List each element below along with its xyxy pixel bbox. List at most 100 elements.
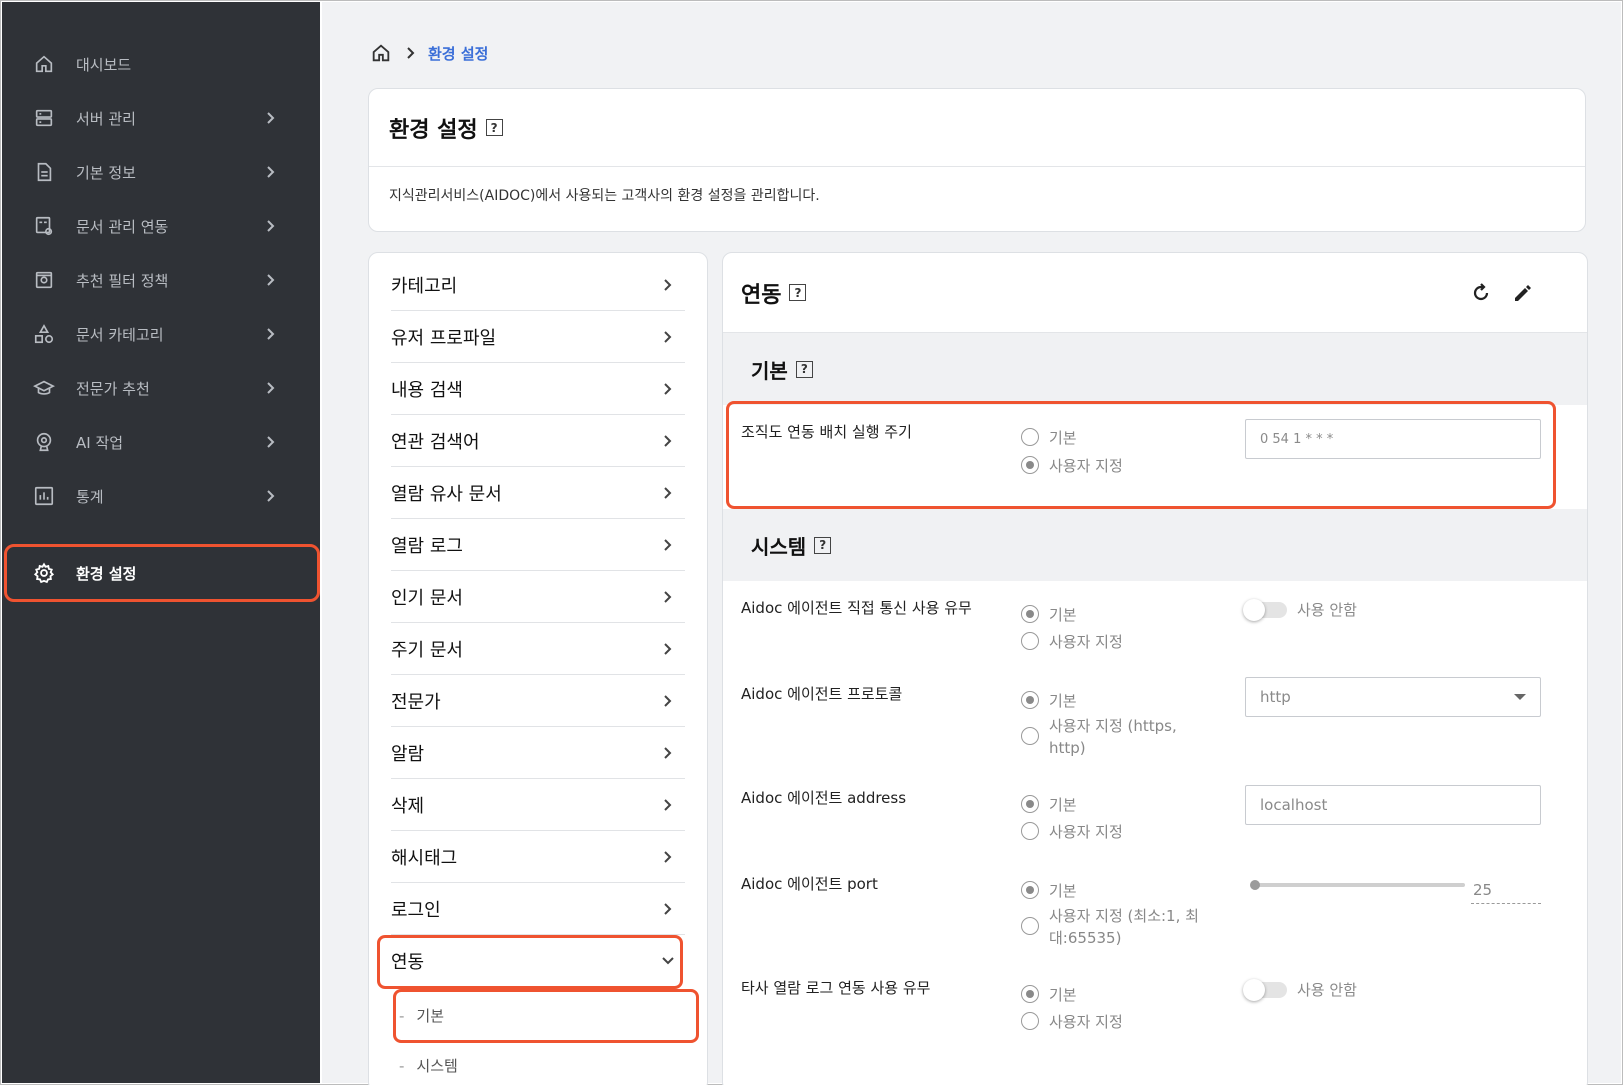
protocol-select[interactable]: http — [1245, 677, 1541, 717]
list-item-content-search[interactable]: 내용 검색 — [391, 363, 685, 415]
port-value[interactable]: 25 — [1471, 881, 1541, 904]
list-item-periodic-docs[interactable]: 주기 문서 — [391, 623, 685, 675]
port-slider[interactable] — [1250, 880, 1465, 890]
protocol-radio-custom[interactable]: 사용자 지정 (https, http) — [1021, 715, 1177, 759]
section-basic: 기본 ? — [723, 333, 1587, 405]
address-input[interactable]: localhost — [1245, 785, 1541, 825]
ai-icon — [32, 430, 56, 454]
chevron-right-icon — [664, 278, 672, 291]
address-radio-custom[interactable]: 사용자 지정 — [1021, 821, 1123, 843]
sidebar-item-label: 문서 카테고리 — [76, 325, 164, 344]
help-icon[interactable]: ? — [789, 284, 807, 301]
port-label: Aidoc 에이전트 port — [741, 875, 878, 893]
list-item-view-log[interactable]: 열람 로그 — [391, 519, 685, 571]
protocol-radio-default[interactable]: 기본 — [1021, 690, 1077, 712]
direct-comm-toggle[interactable]: 사용 안함 — [1243, 598, 1357, 621]
sidebar-item-server[interactable]: 서버 관리 — [2, 90, 320, 146]
chevron-right-icon — [664, 434, 672, 447]
chevron-right-icon — [267, 220, 275, 232]
port-radio-default[interactable]: 기본 — [1021, 880, 1077, 902]
highlight-box — [377, 935, 683, 989]
list-item-login[interactable]: 로그인 — [391, 883, 685, 935]
server-icon — [32, 106, 56, 130]
list-item-user-profile[interactable]: 유저 프로파일 — [391, 311, 685, 363]
chevron-right-icon — [267, 436, 275, 448]
chevron-right-icon — [664, 486, 672, 499]
chevron-right-icon — [664, 538, 672, 551]
edit-icon[interactable] — [1511, 281, 1535, 305]
direct-comm-label: Aidoc 에이전트 직접 통신 사용 유무 — [741, 599, 972, 617]
help-icon[interactable]: ? — [795, 360, 813, 378]
sidebar: 대시보드 서버 관리 기본 정보 문서 관리 연동 추천 필터 정책 문서 카테… — [2, 2, 320, 1083]
sidebar-item-label: 추천 필터 정책 — [76, 271, 169, 290]
list-item-similar-docs[interactable]: 열람 유사 문서 — [391, 467, 685, 519]
sidebar-item-doc-link[interactable]: 문서 관리 연동 — [2, 198, 320, 254]
sidebar-item-doc-category[interactable]: 문서 카테고리 — [2, 306, 320, 362]
page-title: 환경 설정 — [389, 117, 478, 143]
help-icon[interactable]: ? — [485, 119, 503, 136]
sidebar-item-dashboard[interactable]: 대시보드 — [2, 36, 320, 92]
main-content: 환경 설정 환경 설정 ? 지식관리서비스(AIDOC)에서 사용되는 고객사의… — [322, 2, 1621, 1085]
breadcrumb: 환경 설정 — [370, 42, 488, 64]
highlight-box — [4, 544, 320, 602]
sidebar-item-filter-policy[interactable]: 추천 필터 정책 — [2, 252, 320, 308]
chevron-right-icon — [267, 112, 275, 124]
sidebar-item-stats[interactable]: 통계 — [2, 468, 320, 524]
list-item-expert[interactable]: 전문가 — [391, 675, 685, 727]
list-item-related-keywords[interactable]: 연관 검색어 — [391, 415, 685, 467]
chevron-right-icon — [267, 490, 275, 502]
chevron-right-icon — [664, 798, 672, 811]
filter-icon — [32, 268, 56, 292]
section-system: 시스템 ? — [723, 509, 1587, 581]
address-radio-default[interactable]: 기본 — [1021, 794, 1077, 816]
list-item-alarm[interactable]: 알람 — [391, 727, 685, 779]
chevron-right-icon — [267, 274, 275, 286]
list-item-popular-docs[interactable]: 인기 문서 — [391, 571, 685, 623]
protocol-label: Aidoc 에이전트 프로토콜 — [741, 685, 903, 703]
thirdparty-radio-custom[interactable]: 사용자 지정 — [1021, 1011, 1123, 1033]
direct-radio-custom[interactable]: 사용자 지정 — [1021, 631, 1123, 653]
list-item-delete[interactable]: 삭제 — [391, 779, 685, 831]
sidebar-item-label: 문서 관리 연동 — [76, 217, 169, 236]
thirdparty-log-toggle[interactable]: 사용 안함 — [1243, 978, 1357, 1001]
breadcrumb-current[interactable]: 환경 설정 — [428, 43, 488, 64]
shapes-icon — [32, 322, 56, 346]
thirdparty-log-label: 타사 열람 로그 연동 사용 유무 — [741, 979, 931, 997]
graduation-cap-icon — [32, 376, 56, 400]
sidebar-item-label: 통계 — [76, 487, 104, 506]
sidebar-item-label: AI 작업 — [76, 433, 124, 452]
chevron-right-icon — [664, 902, 672, 915]
category-list: 카테고리 유저 프로파일 내용 검색 연관 검색어 열람 유사 문서 열람 로그… — [368, 252, 708, 1085]
chevron-right-icon — [267, 328, 275, 340]
highlight-box — [726, 401, 1556, 509]
sidebar-item-basic-info[interactable]: 기본 정보 — [2, 144, 320, 200]
sidebar-item-label: 기본 정보 — [76, 163, 136, 182]
chevron-right-icon — [407, 47, 415, 59]
list-item-category[interactable]: 카테고리 — [391, 259, 685, 311]
direct-radio-default[interactable]: 기본 — [1021, 604, 1077, 626]
chevron-right-icon — [267, 166, 275, 178]
caret-down-icon — [1514, 694, 1526, 700]
sub-item-system[interactable]: - 시스템 — [399, 1055, 458, 1076]
sidebar-item-label: 전문가 추천 — [76, 379, 150, 398]
chevron-right-icon — [664, 642, 672, 655]
page-header-card: 환경 설정 ? 지식관리서비스(AIDOC)에서 사용되는 고객사의 환경 설정… — [368, 88, 1586, 232]
highlight-box — [393, 989, 699, 1043]
sidebar-item-ai-task[interactable]: AI 작업 — [2, 414, 320, 470]
home-icon[interactable] — [370, 42, 392, 64]
help-icon[interactable]: ? — [814, 536, 832, 554]
list-item-hashtag[interactable]: 해시태그 — [391, 831, 685, 883]
slider-handle[interactable] — [1250, 880, 1260, 890]
detail-title: 연동 — [741, 282, 782, 308]
doc-link-icon — [32, 214, 56, 238]
integration-settings-card: 연동 ? 기본 ? 조직도 연동 배치 실행 주기 기본 사용자 지정 0 54… — [722, 252, 1588, 1085]
refresh-icon[interactable] — [1469, 281, 1493, 305]
chevron-right-icon — [267, 382, 275, 394]
chevron-right-icon — [664, 382, 672, 395]
thirdparty-radio-default[interactable]: 기본 — [1021, 984, 1077, 1006]
chevron-right-icon — [664, 330, 672, 343]
sidebar-item-expert[interactable]: 전문가 추천 — [2, 360, 320, 416]
chevron-right-icon — [664, 850, 672, 863]
home-icon — [32, 52, 56, 76]
port-radio-custom[interactable]: 사용자 지정 (최소:1, 최 대:65535) — [1021, 905, 1199, 949]
